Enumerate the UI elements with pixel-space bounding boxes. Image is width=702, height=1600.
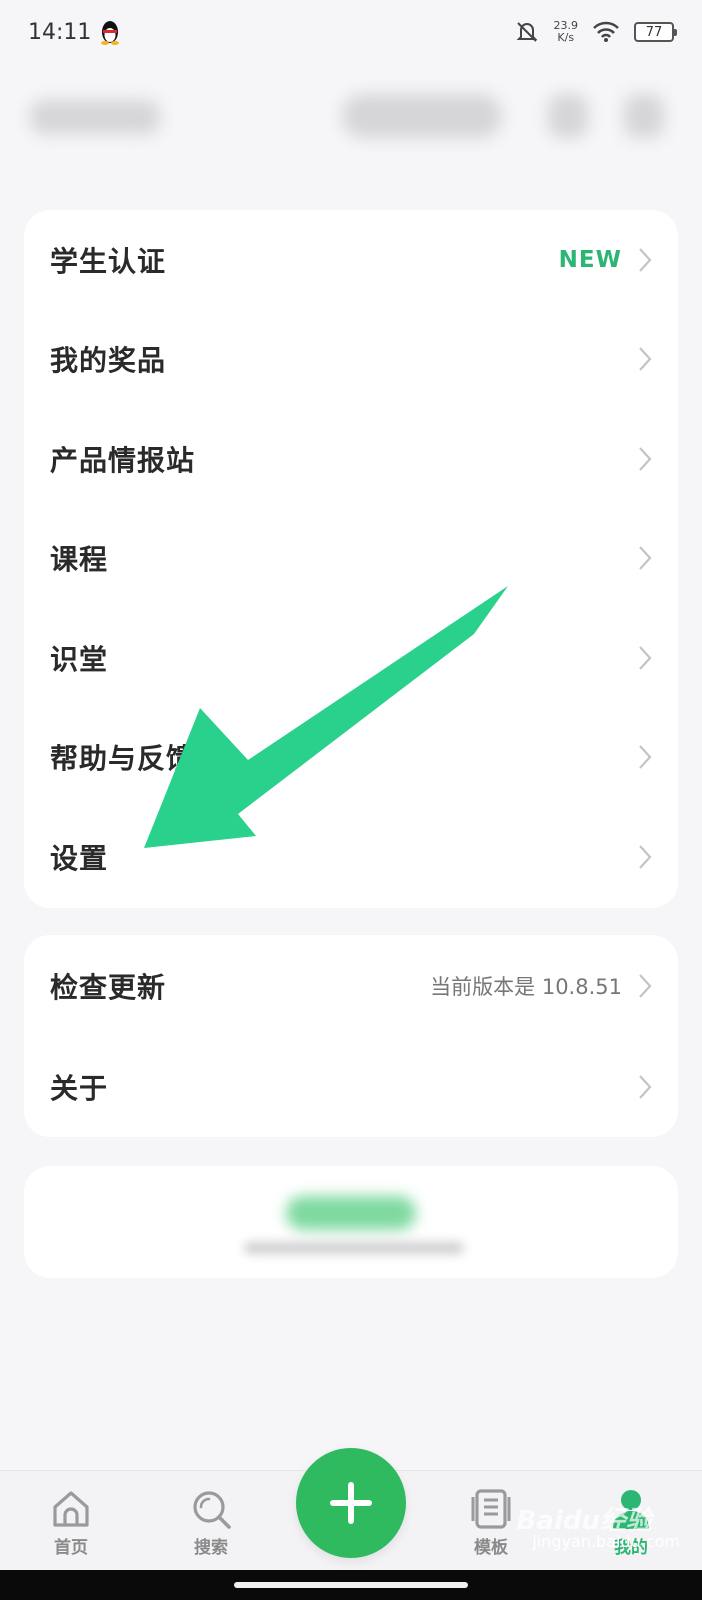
menu-item-help-feedback[interactable]: 帮助与反馈 (24, 708, 678, 808)
menu-item-settings[interactable]: 设置 (24, 807, 678, 907)
network-speed-unit: K/s (557, 31, 575, 44)
battery-indicator: 77 (634, 22, 677, 42)
menu-item-label: 课程 (50, 543, 109, 577)
template-icon (471, 1489, 511, 1529)
status-bar: 14:11 23.9 K/s 77 (0, 0, 702, 64)
home-indicator[interactable] (234, 1582, 468, 1588)
status-time: 14:11 (28, 19, 92, 45)
current-version-text: 当前版本是 10.8.51 (430, 974, 622, 999)
menu-item-label: 我的奖品 (50, 344, 167, 378)
status-icons: 23.9 K/s 77 (514, 19, 677, 45)
tab-home[interactable]: 首页 (26, 1487, 116, 1567)
chevron-right-icon (639, 546, 652, 570)
menu-item-about[interactable]: 关于 (24, 1036, 678, 1137)
menu-item-product-news[interactable]: 产品情报站 (24, 409, 678, 509)
tab-search[interactable]: 搜索 (166, 1487, 256, 1567)
chevron-right-icon (639, 248, 652, 272)
menu-item-student-auth[interactable]: 学生认证 NEW (24, 210, 678, 310)
blurred-header-icon-2[interactable] (624, 94, 664, 138)
watermark-url: jingyan.baidu.com (532, 1532, 680, 1551)
chevron-right-icon (639, 646, 652, 670)
search-icon (193, 1491, 231, 1529)
chevron-right-icon (639, 1074, 652, 1099)
tab-label: 搜索 (194, 1538, 228, 1558)
profile-header (0, 64, 702, 194)
home-icon (53, 1491, 89, 1527)
chevron-right-icon (639, 845, 652, 869)
battery-level: 77 (645, 24, 663, 40)
chevron-right-icon (639, 973, 652, 998)
tab-label: 首页 (54, 1538, 88, 1558)
menu-item-label: 检查更新 (50, 970, 167, 1004)
system-home-bar (0, 1570, 702, 1600)
wifi-icon (593, 21, 619, 42)
blurred-membership[interactable] (342, 94, 502, 138)
qq-penguin-icon (101, 21, 120, 45)
chevron-right-icon (639, 745, 652, 769)
menu-item-label: 产品情报站 (50, 443, 196, 477)
menu-item-label: 关于 (50, 1071, 109, 1105)
bell-muted-icon (516, 22, 537, 42)
blurred-button[interactable] (286, 1196, 416, 1230)
menu-card: 学生认证 NEW 我的奖品 产品情报站 课程 识堂 帮助与反馈 设置 (24, 210, 678, 908)
menu-item-label: 学生认证 (50, 244, 167, 278)
blurred-username (30, 100, 160, 134)
blurred-logout-card (24, 1166, 678, 1278)
create-fab-button[interactable] (296, 1448, 406, 1558)
chevron-right-icon (639, 447, 652, 471)
update-card: 检查更新 当前版本是 10.8.51 关于 (24, 935, 678, 1137)
new-badge: NEW (558, 246, 622, 273)
blurred-caption (244, 1242, 464, 1254)
network-speed: 23.9 K/s (554, 20, 579, 44)
menu-item-shitang[interactable]: 识堂 (24, 608, 678, 708)
menu-item-my-prizes[interactable]: 我的奖品 (24, 310, 678, 410)
chevron-right-icon (639, 347, 652, 371)
blurred-header-icon-1[interactable] (548, 94, 588, 138)
tab-label: 模板 (474, 1538, 508, 1558)
menu-item-check-update[interactable]: 检查更新 当前版本是 10.8.51 (24, 935, 678, 1036)
menu-item-courses[interactable]: 课程 (24, 509, 678, 609)
plus-icon (330, 1482, 372, 1524)
menu-item-label: 设置 (50, 841, 109, 875)
menu-item-label: 帮助与反馈 (50, 742, 196, 776)
menu-item-label: 识堂 (50, 642, 109, 676)
